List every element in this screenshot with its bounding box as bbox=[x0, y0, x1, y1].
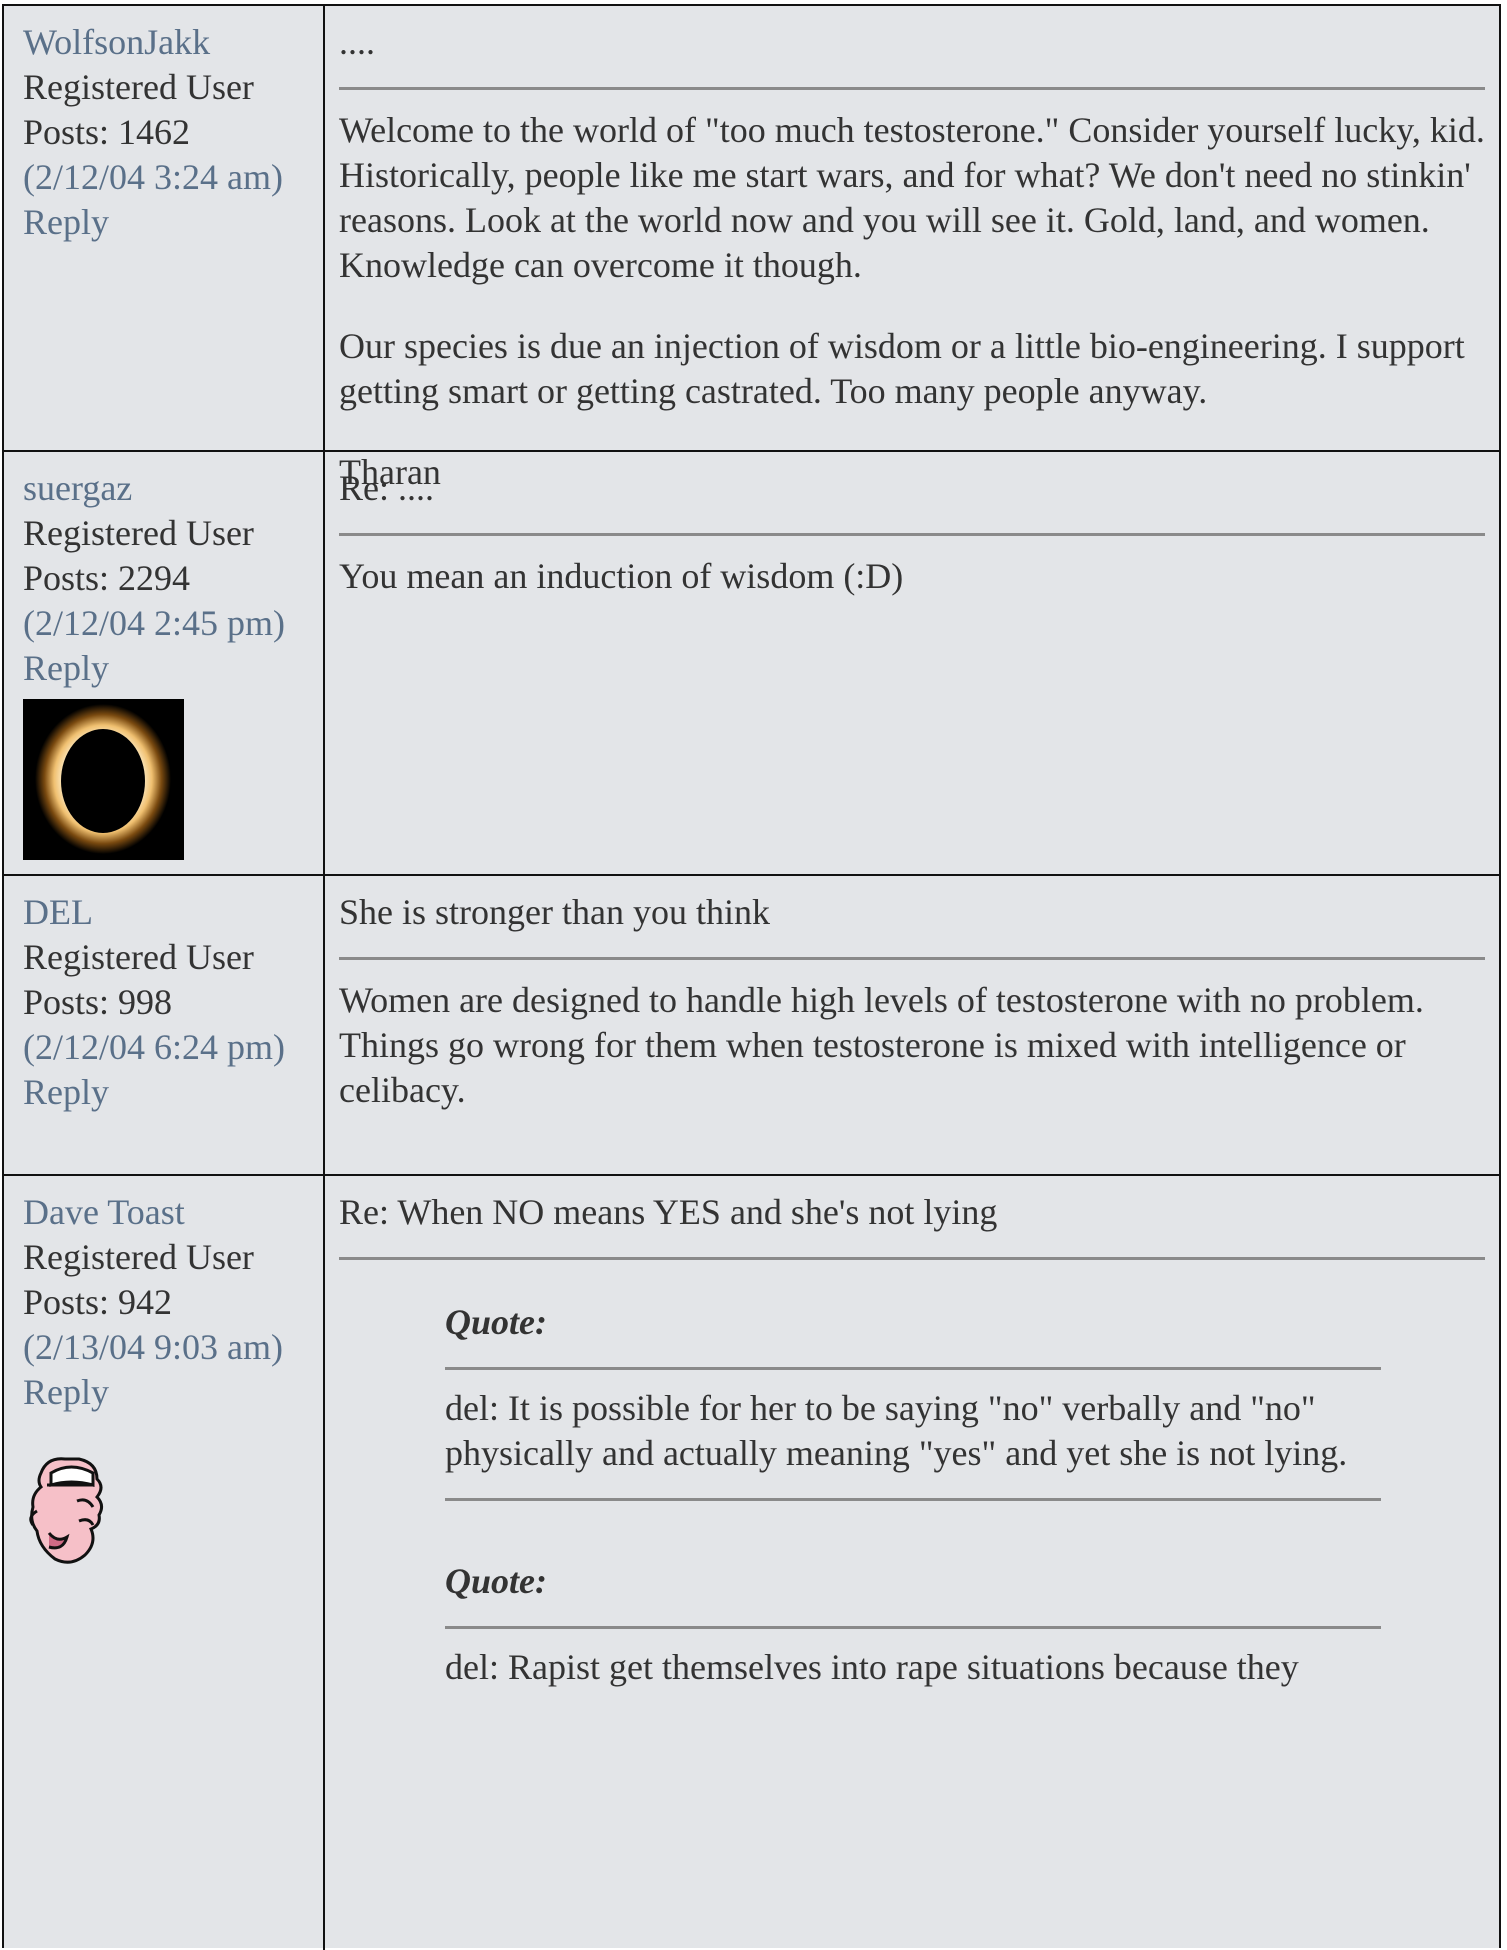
reply-link[interactable]: Reply bbox=[23, 1070, 323, 1115]
post-date-link[interactable]: (2/12/04 2:45 pm) bbox=[23, 601, 323, 646]
author-panel: suergaz Registered User Posts: 2294 (2/1… bbox=[4, 452, 325, 874]
post-content: She is stronger than you think Women are… bbox=[325, 876, 1499, 1174]
author-post-count: Posts: 1462 bbox=[23, 112, 191, 152]
author-name-link[interactable]: WolfsonJakk bbox=[23, 20, 323, 65]
post-paragraph: Our species is due an injection of wisdo… bbox=[339, 326, 1465, 411]
author-name-link[interactable]: DEL bbox=[23, 890, 323, 935]
quote-label: Quote: bbox=[445, 1302, 547, 1342]
post-body: Women are designed to handle high levels… bbox=[339, 978, 1485, 1113]
quote-block: Quote: del: Rapist get themselves into r… bbox=[445, 1559, 1381, 1690]
post-paragraph: You mean an induction of wisdom (:D) bbox=[339, 556, 904, 596]
author-panel: DEL Registered User Posts: 998 (2/12/04 … bbox=[4, 876, 325, 1174]
post-body: Welcome to the world of "too much testos… bbox=[339, 108, 1485, 495]
cartoon-face-avatar bbox=[29, 1457, 104, 1564]
quote-divider bbox=[445, 1498, 1381, 1501]
author-panel: Dave Toast Registered User Posts: 942 (2… bbox=[4, 1176, 325, 1950]
quote-divider bbox=[445, 1626, 1381, 1629]
forum-thread: WolfsonJakk Registered User Posts: 1462 … bbox=[2, 4, 1501, 1950]
post-date-link[interactable]: (2/12/04 6:24 pm) bbox=[23, 1025, 323, 1070]
author-post-count: Posts: 942 bbox=[23, 1282, 173, 1322]
quote-text: del: It is possible for her to be saying… bbox=[445, 1388, 1348, 1473]
author-role: Registered User bbox=[23, 937, 254, 977]
reply-link[interactable]: Reply bbox=[23, 1370, 323, 1415]
author-name-link[interactable]: Dave Toast bbox=[23, 1190, 323, 1235]
post-date-link[interactable]: (2/12/04 3:24 am) bbox=[23, 155, 323, 200]
author-role: Registered User bbox=[23, 67, 254, 107]
post-row: WolfsonJakk Registered User Posts: 1462 … bbox=[4, 6, 1499, 492]
subject-divider bbox=[339, 1257, 1485, 1260]
quote-text: del: Rapist get themselves into rape sit… bbox=[445, 1647, 1299, 1687]
author-role: Registered User bbox=[23, 513, 254, 553]
author-name-link[interactable]: suergaz bbox=[23, 466, 323, 511]
post-body: You mean an induction of wisdom (:D) bbox=[339, 554, 1485, 599]
post-content: Re: When NO means YES and she's not lyin… bbox=[325, 1176, 1499, 1950]
post-content: Re: .... You mean an induction of wisdom… bbox=[325, 452, 1499, 874]
post-subject: .... bbox=[339, 22, 375, 62]
author-post-count: Posts: 998 bbox=[23, 982, 173, 1022]
post-row: Dave Toast Registered User Posts: 942 (2… bbox=[4, 1176, 1499, 1950]
subject-divider bbox=[339, 87, 1485, 90]
eclipse-avatar bbox=[23, 699, 184, 860]
post-date-link[interactable]: (2/13/04 9:03 am) bbox=[23, 1325, 323, 1370]
reply-link[interactable]: Reply bbox=[23, 200, 323, 245]
post-paragraph: Welcome to the world of "too much testos… bbox=[339, 110, 1485, 285]
post-row: DEL Registered User Posts: 998 (2/12/04 … bbox=[4, 876, 1499, 1176]
post-paragraph: Women are designed to handle high levels… bbox=[339, 980, 1424, 1110]
post-subject: Re: When NO means YES and she's not lyin… bbox=[339, 1192, 998, 1232]
reply-link[interactable]: Reply bbox=[23, 646, 323, 691]
subject-divider bbox=[339, 533, 1485, 536]
post-subject: She is stronger than you think bbox=[339, 892, 770, 932]
post-row: suergaz Registered User Posts: 2294 (2/1… bbox=[4, 452, 1499, 876]
post-content: .... Welcome to the world of "too much t… bbox=[325, 6, 1499, 492]
author-panel: WolfsonJakk Registered User Posts: 1462 … bbox=[4, 6, 325, 450]
quote-block: Quote: del: It is possible for her to be… bbox=[445, 1300, 1381, 1501]
post-subject: Re: .... bbox=[339, 468, 434, 508]
quote-divider bbox=[445, 1367, 1381, 1370]
quote-label: Quote: bbox=[445, 1561, 547, 1601]
author-role: Registered User bbox=[23, 1237, 254, 1277]
subject-divider bbox=[339, 957, 1485, 960]
author-post-count: Posts: 2294 bbox=[23, 558, 191, 598]
